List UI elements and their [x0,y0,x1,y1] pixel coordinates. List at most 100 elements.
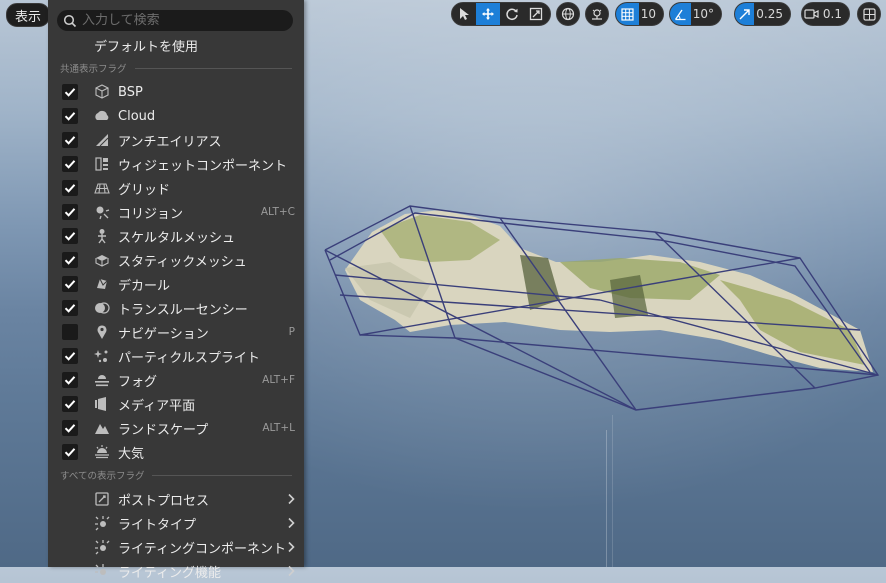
show-flag-label: ウィジェットコンポーネント [118,158,288,174]
checkbox-checked[interactable] [62,372,78,388]
camera-speed-group[interactable]: 0.1 [801,2,850,26]
show-flag-label: コリジョン [118,206,184,222]
shortcut-hint: ALT+F [262,374,295,386]
checkbox-checked[interactable] [62,204,78,220]
show-flag-item[interactable]: メディア平面 [48,392,304,416]
select-tool-button[interactable] [452,3,476,25]
layout-toggle[interactable] [858,3,880,25]
surface-snap-button[interactable] [585,2,609,26]
move-tool-button[interactable] [476,3,500,25]
checkbox-checked[interactable] [62,132,78,148]
checkbox-checked[interactable] [62,348,78,364]
rotate-icon [506,8,518,21]
rotation-snap-value[interactable]: 10° [691,7,721,21]
show-flag-label: デカール [118,278,171,294]
show-flag-item[interactable]: スタティックメッシュ [48,248,304,272]
checkmark-icon [64,256,76,265]
checkbox-unchecked[interactable] [62,324,78,340]
show-flag-item[interactable]: Cloud [48,104,304,128]
chevron-right-icon [287,514,295,533]
show-flag-item[interactable]: デカール [48,272,304,296]
show-flag-item[interactable]: ナビゲーション P [48,320,304,344]
show-flag-item[interactable]: コリジョン ALT+C [48,200,304,224]
antialias-icon [94,132,110,148]
show-flag-item[interactable]: アンチエイリアス [48,128,304,152]
show-flag-item[interactable]: スケルタルメッシュ [48,224,304,248]
grid-icon [94,180,110,196]
checkbox-checked[interactable] [62,108,78,124]
checkmark-icon [64,400,76,409]
show-flag-label: トランスルーセンシー [118,302,248,318]
search-box[interactable] [57,10,293,31]
submenu-item[interactable]: ポストプロセス [48,487,304,511]
checkbox-checked[interactable] [62,156,78,172]
chevron-right-icon [287,538,295,557]
submenu-item[interactable]: ライティング機能 [48,559,304,583]
surface-snap-toggle[interactable] [586,3,608,25]
show-flag-item[interactable]: フォグ ALT+F [48,368,304,392]
checkbox-checked[interactable] [62,420,78,436]
checkbox-checked[interactable] [62,180,78,196]
checkmark-icon [64,232,76,241]
show-flags-menu: デフォルトを使用 共通表示フラグ BSP Cloud アンチエイリアスウィジェットコ… [48,0,304,581]
grid-snap-value[interactable]: 10 [639,7,663,21]
viewport-layout-button[interactable] [857,2,881,26]
checkbox-checked[interactable] [62,444,78,460]
camera-speed-value: 0.1 [822,7,842,21]
skeleton-icon [94,228,110,244]
checkbox-checked[interactable] [62,396,78,412]
lighting-component-icon [94,539,110,555]
show-flag-label: アンチエイリアス [118,134,222,150]
show-flag-item[interactable]: パーティクルスプライト [48,344,304,368]
scale-snap-value[interactable]: 0.25 [754,7,790,21]
scale-tool-button[interactable] [524,3,548,25]
checkmark-icon [64,304,76,313]
submenu-label: ライティング機能 [118,565,221,581]
scale-snap-toggle[interactable] [735,3,755,25]
search-icon [63,14,77,27]
checkbox-checked[interactable] [62,252,78,268]
submenu-item[interactable]: ライティングコンポーネント [48,535,304,559]
search-input[interactable] [82,13,282,28]
cursor-icon [460,8,469,20]
shortcut-hint: ALT+L [262,422,295,434]
world-space-button[interactable] [557,3,579,25]
show-flag-label: スケルタルメッシュ [118,230,236,246]
chevron-right-icon [287,562,295,581]
rotation-snap-toggle[interactable] [670,3,691,25]
section-common-flags: 共通表示フラグ [60,61,292,75]
show-flag-item[interactable]: グリッド [48,176,304,200]
checkmark-icon [64,184,76,193]
grid-snap-toggle[interactable] [616,3,639,25]
shortcut-hint: P [288,326,295,338]
post-process-icon [94,491,110,507]
show-flag-label: グリッド [118,182,171,198]
cube-icon [94,84,110,100]
layout-grid-icon [862,7,876,21]
view-mode-button[interactable]: 表示 [6,3,51,27]
media-plane-icon [94,396,110,412]
show-flag-item[interactable]: ウィジェットコンポーネント [48,152,304,176]
checkbox-checked[interactable] [62,276,78,292]
checkbox-checked[interactable] [62,300,78,316]
checkbox-checked[interactable] [62,228,78,244]
submenu-label: ポストプロセス [118,493,210,509]
coordinate-system-button[interactable] [556,2,580,26]
show-flag-item[interactable]: ランドスケープ ALT+L [48,416,304,440]
section-all-label: すべての表示フラグ [60,471,145,482]
submenu-label: ライティングコンポーネント [118,541,286,557]
cloud-icon [94,108,110,124]
checkmark-icon [64,112,76,121]
submenu-item[interactable]: ライトタイプ [48,511,304,535]
checkbox-checked[interactable] [62,84,78,100]
show-flag-item[interactable]: トランスルーセンシー [48,296,304,320]
decal-icon [94,276,110,292]
show-flag-item[interactable]: BSP [48,80,304,104]
section-all-flags: すべての表示フラグ [60,468,292,482]
rotate-tool-button[interactable] [500,3,524,25]
camera-speed-button[interactable] [802,3,821,25]
grid-icon [621,7,634,21]
use-defaults-item[interactable]: デフォルトを使用 [94,36,198,55]
angle-icon [674,9,686,20]
show-flag-item[interactable]: 大気 [48,440,304,464]
